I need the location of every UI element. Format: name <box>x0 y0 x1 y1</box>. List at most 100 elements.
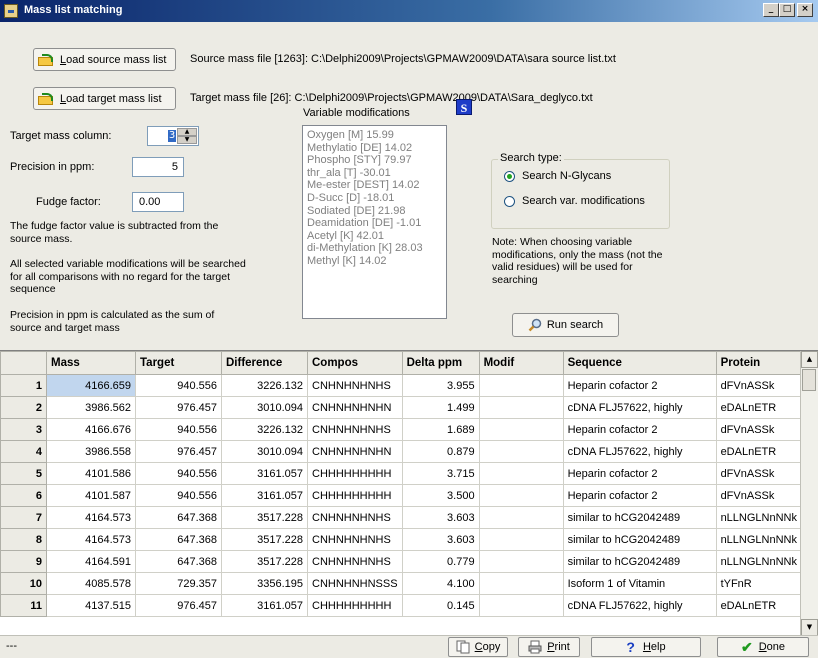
table-cell[interactable]: Heparin cofactor 2 <box>562 462 717 485</box>
table-cell[interactable]: Heparin cofactor 2 <box>562 374 717 397</box>
table-cell[interactable]: nLLNGLNnNNk <box>715 550 811 573</box>
table-cell[interactable]: 4164.573 <box>46 528 136 551</box>
table-cell[interactable] <box>478 418 564 441</box>
table-cell[interactable]: 940.556 <box>135 374 222 397</box>
table-cell[interactable]: 0.879 <box>401 440 480 463</box>
table-cell[interactable]: eDALnETR <box>715 440 811 463</box>
mod-item[interactable]: Acetyl [K] 42.01 <box>307 230 442 243</box>
table-row[interactable]: 6 4101.587 940.556 3161.057 CHHHHHHHHH 3.500 H… <box>0 484 811 507</box>
table-cell[interactable]: 3517.228 <box>221 528 308 551</box>
table-cell[interactable]: 647.368 <box>135 528 222 551</box>
scroll-down-icon[interactable]: ▼ <box>801 619 818 636</box>
table-cell[interactable]: dFVnASSk <box>715 374 811 397</box>
table-cell[interactable]: 976.457 <box>135 396 222 419</box>
mod-item[interactable]: thr_ala [T] -30.01 <box>307 167 442 180</box>
table-cell[interactable]: similar to hCG2042489 <box>562 506 717 529</box>
table-row[interactable]: 10 4085.578 729.357 3356.195 CNHNHNHNSSS 4.10… <box>0 572 811 595</box>
target-mass-column-spinner[interactable]: 3 ▲ ▼ <box>147 126 199 146</box>
scroll-thumb[interactable] <box>802 369 816 391</box>
table-cell[interactable]: CHHHHHHHHH <box>307 462 403 485</box>
mod-item[interactable]: Methyl [K] 14.02 <box>307 255 442 268</box>
table-cell[interactable]: 1.499 <box>401 396 480 419</box>
table-cell[interactable]: CHHHHHHHHH <box>307 484 403 507</box>
table-cell[interactable]: 3161.057 <box>221 484 308 507</box>
spinner-arrows[interactable]: ▲ ▼ <box>177 128 197 145</box>
table-cell[interactable]: 0.145 <box>401 594 480 617</box>
table-cell[interactable]: 1.689 <box>401 418 480 441</box>
table-cell[interactable]: 3.500 <box>401 484 480 507</box>
table-cell[interactable]: 940.556 <box>135 462 222 485</box>
col-header[interactable]: Sequence <box>562 351 717 375</box>
print-button[interactable]: Print <box>518 637 580 657</box>
table-cell[interactable]: CNHNHNHNHN <box>307 396 403 419</box>
variable-mods-list[interactable]: Oxygen [M] 15.99 Methylatio [DE] 14.02 P… <box>302 125 447 319</box>
table-cell[interactable]: CNHNHNHNHS <box>307 374 403 397</box>
load-source-button[interactable]: Load source mass list <box>33 48 176 71</box>
table-cell[interactable] <box>478 594 564 617</box>
table-cell[interactable]: nLLNGLNnNNk <box>715 528 811 551</box>
table-cell[interactable] <box>478 462 564 485</box>
table-cell[interactable]: 3517.228 <box>221 506 308 529</box>
table-cell[interactable]: similar to hCG2042489 <box>562 550 717 573</box>
mod-item[interactable]: Me-ester [DEST] 14.02 <box>307 179 442 192</box>
minimize-button[interactable]: _ <box>763 3 779 17</box>
table-cell[interactable]: 0.779 <box>401 550 480 573</box>
table-cell[interactable] <box>478 550 564 573</box>
table-cell[interactable]: 4.100 <box>401 572 480 595</box>
table-cell[interactable]: Heparin cofactor 2 <box>562 418 717 441</box>
mod-item[interactable]: Methylatio [DE] 14.02 <box>307 142 442 155</box>
table-cell[interactable]: 4164.591 <box>46 550 136 573</box>
table-cell[interactable]: 4101.587 <box>46 484 136 507</box>
select-mods-button[interactable]: S <box>456 99 472 115</box>
table-cell[interactable]: eDALnETR <box>715 594 811 617</box>
table-row[interactable]: 3 4166.676 940.556 3226.132 CNHNHNHNHS 1.689 H… <box>0 418 811 441</box>
table-cell[interactable]: 976.457 <box>135 440 222 463</box>
table-cell[interactable] <box>478 506 564 529</box>
maximize-button[interactable]: □ <box>779 3 795 17</box>
table-cell[interactable]: 647.368 <box>135 550 222 573</box>
table-cell[interactable]: 4101.586 <box>46 462 136 485</box>
table-cell[interactable]: 940.556 <box>135 418 222 441</box>
copy-button[interactable]: Copy <box>448 637 508 657</box>
table-row[interactable]: 2 3986.562 976.457 3010.094 CNHNHNHNHN 1.499 c… <box>0 396 811 419</box>
option-var-mods-label[interactable]: Search var. modifications <box>522 195 645 207</box>
table-cell[interactable]: 4166.659 <box>46 374 136 397</box>
col-header[interactable]: Delta ppm <box>401 351 480 375</box>
table-cell[interactable]: 3.715 <box>401 462 480 485</box>
table-cell[interactable]: 3226.132 <box>221 418 308 441</box>
table-cell[interactable]: 4164.573 <box>46 506 136 529</box>
table-cell[interactable]: CNHNHNHNHS <box>307 418 403 441</box>
table-cell[interactable]: dFVnASSk <box>715 418 811 441</box>
table-cell[interactable]: 4137.515 <box>46 594 136 617</box>
table-cell[interactable]: 3517.228 <box>221 550 308 573</box>
table-cell[interactable]: 3986.562 <box>46 396 136 419</box>
table-cell[interactable] <box>478 528 564 551</box>
mod-item[interactable]: di-Methylation [K] 28.03 <box>307 242 442 255</box>
table-cell[interactable]: 3161.057 <box>221 594 308 617</box>
table-row[interactable]: 9 4164.591 647.368 3517.228 CNHNHNHNHS 0.779 s… <box>0 550 811 573</box>
done-button[interactable]: ✔ Done <box>717 637 809 657</box>
table-cell[interactable]: 3.955 <box>401 374 480 397</box>
table-cell[interactable]: eDALnETR <box>715 396 811 419</box>
col-header[interactable]: Mass <box>46 351 136 375</box>
table-cell[interactable] <box>478 374 564 397</box>
table-cell[interactable]: 3.603 <box>401 506 480 529</box>
vertical-scrollbar[interactable]: ▲ ▼ <box>800 351 818 636</box>
table-cell[interactable]: tYFnR <box>715 572 811 595</box>
run-search-button[interactable]: Run search <box>512 313 619 337</box>
mod-item[interactable]: Deamidation [DE] -1.01 <box>307 217 442 230</box>
table-row[interactable]: 8 4164.573 647.368 3517.228 CNHNHNHNHS 3.603 s… <box>0 528 811 551</box>
mod-item[interactable]: D-Succ [D] -18.01 <box>307 192 442 205</box>
table-cell[interactable]: CNHNHNHNHS <box>307 550 403 573</box>
table-cell[interactable]: dFVnASSk <box>715 484 811 507</box>
table-row[interactable]: 5 4101.586 940.556 3161.057 CHHHHHHHHH 3.715 H… <box>0 462 811 485</box>
table-row[interactable]: 11 4137.515 976.457 3161.057 CHHHHHHHHH 0.145… <box>0 594 811 617</box>
mod-item[interactable]: Sodiated [DE] 21.98 <box>307 205 442 218</box>
table-cell[interactable]: CNHNHNHNHS <box>307 506 403 529</box>
results-grid[interactable]: Mass Target Difference Compos Delta ppm … <box>0 350 818 636</box>
col-header[interactable]: Difference <box>221 351 308 375</box>
table-cell[interactable]: 3010.094 <box>221 440 308 463</box>
precision-input[interactable]: 5 <box>132 157 184 177</box>
table-row[interactable]: 1 4166.659 940.556 3226.132 CNHNHNHNHS 3.955 H… <box>0 374 811 397</box>
title-bar[interactable]: Mass list matching _ □ × <box>0 0 818 22</box>
